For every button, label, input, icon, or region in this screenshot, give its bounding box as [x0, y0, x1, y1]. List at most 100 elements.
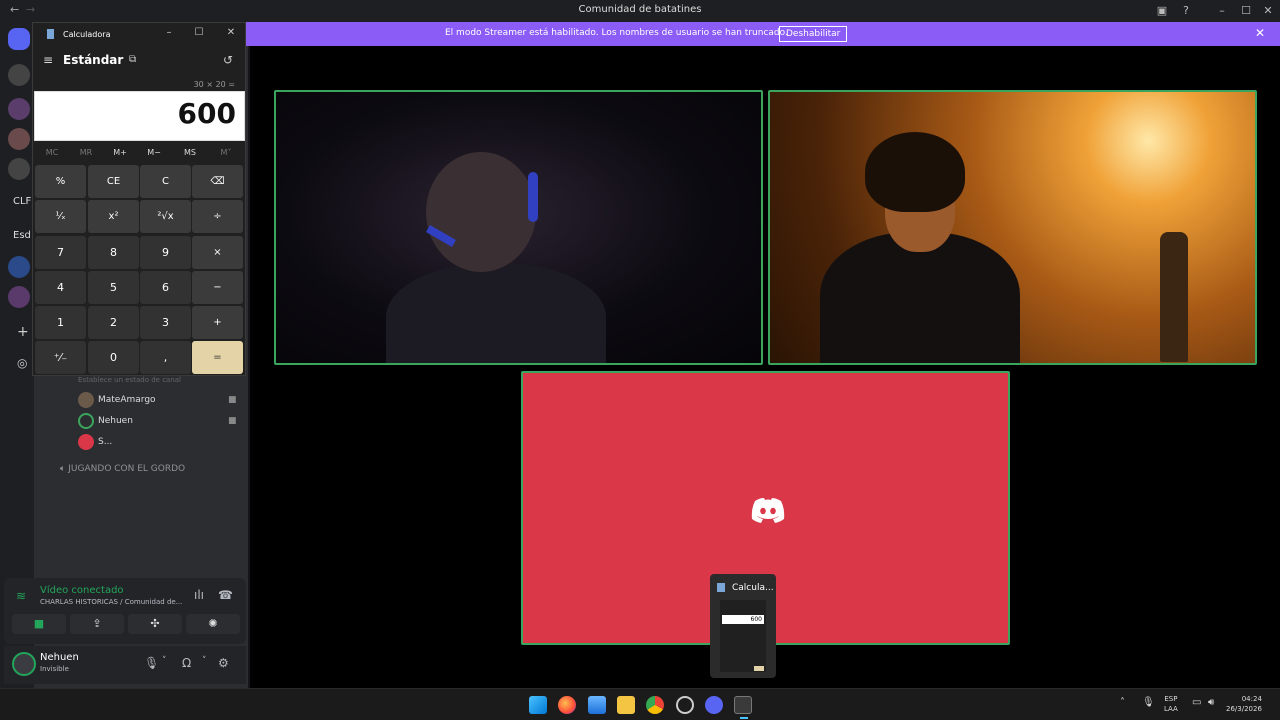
add-server-icon[interactable]: + — [17, 324, 29, 340]
network-icon[interactable]: ▭ — [1192, 697, 1201, 708]
chevron-down-icon[interactable]: ˅ — [162, 656, 167, 666]
username: Nehuen — [40, 652, 79, 663]
streamer-mode-banner: El modo Streamer está habilitado. Los no… — [245, 22, 1280, 46]
language-indicator[interactable]: ESP LAA — [1164, 694, 1178, 714]
firefox-icon[interactable] — [558, 696, 576, 714]
thermos-object — [1160, 232, 1188, 362]
square-root-key[interactable]: ²√x — [140, 200, 191, 233]
server-icon[interactable] — [8, 256, 30, 278]
help-icon[interactable]: ? — [1176, 3, 1196, 19]
active-app-indicator — [740, 717, 748, 719]
minimize-button[interactable]: – — [1212, 3, 1232, 19]
start-icon[interactable] — [529, 696, 547, 714]
decimal-key[interactable]: , — [140, 341, 191, 374]
obs-icon[interactable] — [676, 696, 694, 714]
discord-icon[interactable] — [705, 696, 723, 714]
server-icon[interactable] — [8, 64, 30, 86]
settings-gear-icon[interactable]: ⚙ — [218, 656, 229, 670]
server-icon[interactable] — [8, 128, 30, 150]
divide-key[interactable]: ÷ — [192, 200, 243, 233]
memory-clear-button[interactable]: MC — [35, 148, 69, 157]
digit-key[interactable]: 5 — [88, 271, 139, 304]
file-explorer-icon[interactable] — [617, 696, 635, 714]
memory-store-button[interactable]: MS — [173, 148, 207, 157]
backspace-key[interactable]: ⌫ — [192, 165, 243, 198]
server-icon[interactable] — [8, 286, 30, 308]
soundboard-button[interactable]: ✺ — [186, 614, 240, 634]
show-hidden-icons-icon[interactable]: ˄ — [1120, 697, 1125, 708]
equals-key[interactable]: = — [192, 341, 243, 374]
memory-add-button[interactable]: M+ — [103, 148, 137, 157]
digit-key[interactable]: 7 — [35, 236, 86, 269]
negate-key[interactable]: ⁺⁄₋ — [35, 341, 86, 374]
calculator-icon[interactable] — [734, 696, 752, 714]
digit-key[interactable]: 3 — [140, 306, 191, 339]
camera-icon: ■ — [228, 395, 237, 405]
inbox-icon[interactable]: ▣ — [1152, 3, 1172, 19]
keep-on-top-icon[interactable]: ⧉ — [129, 54, 136, 65]
voice-channel[interactable]: 🔈︎ JUGANDO CON EL GORDO — [60, 464, 185, 474]
signal-icon[interactable]: ≋ — [16, 589, 26, 603]
avatar — [78, 413, 94, 429]
reciprocal-key[interactable]: ¹⁄ₓ — [35, 200, 86, 233]
close-button[interactable]: ✕ — [1258, 3, 1278, 19]
taskbar-thumbnail[interactable]: Calcula... 600 — [710, 574, 776, 678]
voice-status-panel: ≋ Vídeo conectado CHARLAS HISTORICAS / C… — [4, 578, 246, 644]
volume-icon[interactable]: 🔊︎ — [1208, 697, 1214, 708]
history-icon[interactable]: ↺ — [223, 53, 233, 67]
clear-key[interactable]: C — [140, 165, 191, 198]
microphone-icon[interactable]: 🎙︎ — [1142, 697, 1155, 708]
calculator-window: Calculadora – ☐ ✕ ≡ Estándar ⧉ ↺ 30 × 20… — [32, 22, 246, 376]
chrome-icon[interactable] — [646, 696, 664, 714]
maximize-button[interactable]: ☐ — [189, 27, 209, 38]
voice-location[interactable]: CHARLAS HISTORICAS / Comunidad de... — [40, 598, 182, 606]
digit-key[interactable]: 6 — [140, 271, 191, 304]
hamburger-menu-icon[interactable]: ≡ — [43, 53, 53, 67]
screen-share-button[interactable]: ⇪ — [70, 614, 124, 634]
discord-logo-icon — [751, 498, 785, 523]
disconnect-icon[interactable]: ☎ — [218, 588, 233, 602]
chevron-down-icon[interactable]: ˅ — [202, 656, 207, 666]
clear-entry-key[interactable]: CE — [88, 165, 139, 198]
discord-home-icon[interactable] — [8, 28, 30, 50]
photos-icon[interactable] — [588, 696, 606, 714]
microphone-icon[interactable]: 🎙︎ — [144, 656, 159, 670]
square-key[interactable]: x² — [88, 200, 139, 233]
subtract-key[interactable]: − — [192, 271, 243, 304]
noise-suppression-icon[interactable]: ılı — [194, 588, 204, 602]
digit-key[interactable]: 1 — [35, 306, 86, 339]
calculator-expression: 30 × 20 = — [193, 80, 235, 89]
camera-button[interactable]: ■ — [12, 614, 66, 634]
digit-key[interactable]: 9 — [140, 236, 191, 269]
memory-subtract-button[interactable]: M− — [137, 148, 171, 157]
disable-button[interactable]: Deshabilitar — [779, 26, 848, 42]
multiply-key[interactable]: × — [192, 236, 243, 269]
avatar[interactable] — [12, 652, 36, 676]
memory-list-button[interactable]: M˅ — [209, 148, 243, 157]
maximize-button[interactable]: ☐ — [1236, 3, 1256, 19]
digit-key[interactable]: 0 — [88, 341, 139, 374]
percent-key[interactable]: % — [35, 165, 86, 198]
sidebar-fragment: Esd — [13, 230, 31, 241]
close-button[interactable]: ✕ — [221, 27, 241, 38]
video-tile[interactable] — [768, 90, 1257, 365]
discover-icon[interactable]: ◎ — [17, 356, 27, 370]
clock[interactable]: 04:24 26/3/2026 — [1226, 694, 1262, 714]
digit-key[interactable]: 8 — [88, 236, 139, 269]
activities-button[interactable]: ✣ — [128, 614, 182, 634]
headset-light — [528, 172, 538, 222]
digit-key[interactable]: 4 — [35, 271, 86, 304]
add-key[interactable]: + — [192, 306, 243, 339]
server-icon[interactable] — [8, 98, 30, 120]
minimize-button[interactable]: – — [159, 27, 179, 38]
digit-key[interactable]: 2 — [88, 306, 139, 339]
video-tile[interactable] — [274, 90, 763, 365]
channel-status-hint[interactable]: Establece un estado de canal — [78, 376, 181, 384]
headphones-icon[interactable]: Ω — [182, 656, 191, 670]
windows-taskbar: ˄ 🎙︎ ESP LAA ▭ 🔊︎ 04:24 26/3/2026 — [0, 688, 1280, 720]
voice-state: Vídeo conectado — [40, 585, 124, 596]
close-icon[interactable]: ✕ — [1255, 26, 1265, 40]
memory-recall-button[interactable]: MR — [69, 148, 103, 157]
server-icon[interactable] — [8, 158, 30, 180]
thumbnail-preview — [720, 600, 766, 672]
